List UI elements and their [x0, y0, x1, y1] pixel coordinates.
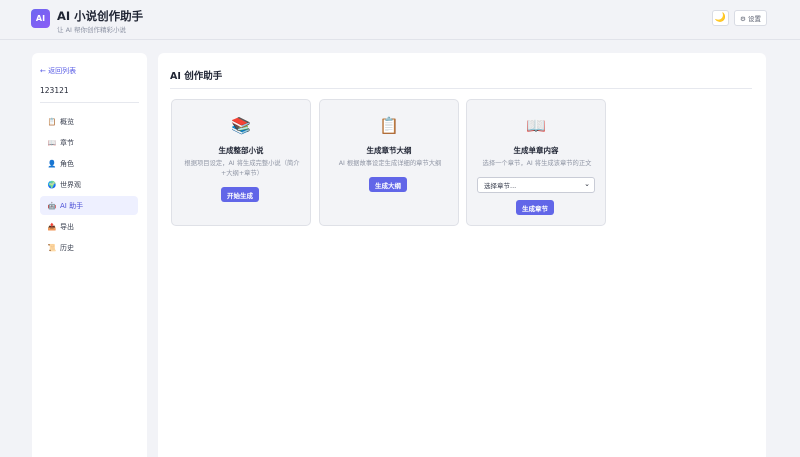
- sidebar: ← 返回列表 123121 📋 概览 📖 章节 👤 角色 🌍 世界观 🤖 AI …: [32, 53, 147, 457]
- card-description: 根据项目设定，AI 将生成完整小说（简介+大纲+章节）: [184, 160, 300, 177]
- clipboard-icon: 📋: [47, 117, 57, 126]
- app-title: AI 小说创作助手: [57, 9, 144, 23]
- generate-chapter-button[interactable]: 生成章节: [516, 200, 554, 215]
- person-icon: 👤: [47, 159, 57, 168]
- theme-toggle-button[interactable]: 🌙: [712, 10, 729, 26]
- open-book-icon: 📖: [526, 116, 546, 135]
- generate-chapter-card: 📖 生成单章内容 选择一个章节，AI 将生成该章节的正文 选择章节... ⌄ 生…: [466, 99, 606, 226]
- sidebar-item-chapters[interactable]: 📖 章节: [40, 133, 138, 152]
- card-description: 选择一个章节，AI 将生成该章节的正文: [482, 160, 592, 167]
- main-panel: AI 创作助手 📚 生成整部小说 根据项目设定，AI 将生成完整小说（简介+大纲…: [158, 53, 766, 457]
- moon-icon: 🌙: [714, 13, 727, 23]
- sidebar-divider: [40, 102, 139, 103]
- app-subtitle: 让 AI 帮你创作精彩小说: [57, 26, 126, 34]
- sidebar-item-ai-assistant[interactable]: 🤖 AI 助手: [40, 196, 138, 215]
- chevron-down-icon: ⌄: [584, 180, 590, 188]
- sidebar-item-label: AI 助手: [60, 201, 84, 210]
- globe-icon: 🌍: [47, 180, 57, 189]
- sidebar-item-label: 导出: [60, 222, 74, 231]
- sidebar-item-label: 世界观: [60, 180, 81, 189]
- sidebar-item-worldview[interactable]: 🌍 世界观: [40, 175, 138, 194]
- chapter-select-value: 选择章节...: [484, 182, 517, 190]
- book-icon: 📖: [47, 138, 57, 147]
- card-title: 生成章节大纲: [366, 146, 412, 155]
- page-title: AI 创作助手: [170, 71, 223, 82]
- sidebar-item-export[interactable]: 📤 导出: [40, 217, 138, 236]
- sidebar-item-history[interactable]: 📜 历史: [40, 238, 138, 257]
- sidebar-item-label: 概览: [60, 117, 74, 126]
- export-icon: 📤: [47, 222, 57, 231]
- sidebar-item-label: 历史: [60, 243, 74, 252]
- app-header: AI AI 小说创作助手 让 AI 帮你创作精彩小说 🌙 ⚙ 设置: [0, 0, 800, 40]
- app-logo: AI: [31, 9, 50, 28]
- card-description: AI 根据故事设定生成详细的章节大纲: [338, 160, 442, 167]
- books-icon: 📚: [231, 116, 251, 135]
- sidebar-item-label: 角色: [60, 159, 74, 168]
- generate-outline-button[interactable]: 生成大纲: [369, 177, 407, 192]
- title-divider: [170, 88, 752, 89]
- project-name: 123121: [40, 86, 69, 95]
- start-generate-button[interactable]: 开始生成: [221, 187, 259, 202]
- back-to-list-link[interactable]: ← 返回列表: [40, 66, 76, 76]
- card-title: 生成单章内容: [513, 146, 559, 155]
- sidebar-nav: 📋 概览 📖 章节 👤 角色 🌍 世界观 🤖 AI 助手 📤 导出 📜 历史: [40, 112, 138, 259]
- chapter-select[interactable]: 选择章节... ⌄: [477, 177, 595, 193]
- generate-novel-card: 📚 生成整部小说 根据项目设定，AI 将生成完整小说（简介+大纲+章节） 开始生…: [171, 99, 311, 226]
- settings-button[interactable]: ⚙ 设置: [734, 10, 767, 26]
- sidebar-item-label: 章节: [60, 138, 74, 147]
- robot-icon: 🤖: [47, 201, 57, 210]
- scroll-icon: 📜: [47, 243, 57, 252]
- sidebar-item-characters[interactable]: 👤 角色: [40, 154, 138, 173]
- card-title: 生成整部小说: [218, 146, 264, 155]
- sidebar-item-overview[interactable]: 📋 概览: [40, 112, 138, 131]
- generate-outline-card: 📋 生成章节大纲 AI 根据故事设定生成详细的章节大纲 生成大纲: [319, 99, 459, 226]
- clipboard-icon: 📋: [379, 116, 399, 135]
